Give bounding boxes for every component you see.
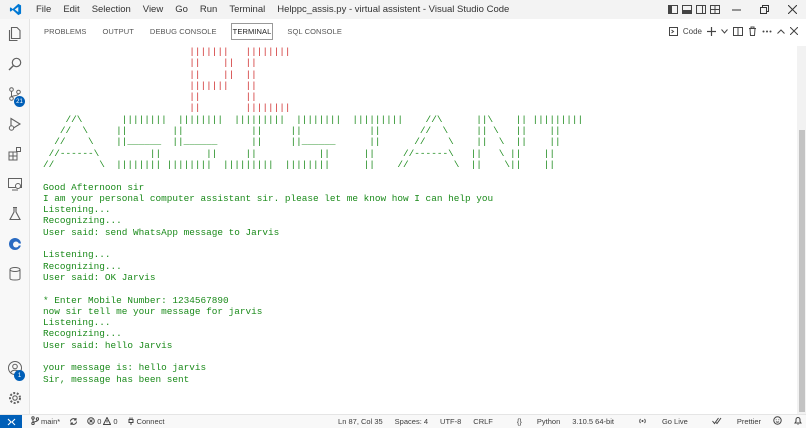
status-right: Ln 87, Col 35 Spaces: 4 UTF-8 CRLF {} Pyt… [326,415,802,428]
check-double-icon [711,417,722,427]
menu-file[interactable]: File [30,4,57,15]
toggle-secondary-sidebar-icon[interactable] [694,0,708,19]
terminal-log: Good Afternoon sir I am your personal co… [43,181,494,385]
explorer-icon[interactable] [0,21,29,47]
branch-status[interactable]: main* [31,416,60,427]
encoding[interactable]: UTF-8 [440,417,461,426]
broadcast-icon [638,417,647,427]
braces-icon: {} [516,417,522,426]
tab-terminal[interactable]: TERMINAL [230,22,274,40]
status-bar: main* 0 0 Connect Ln 87, Col 35 Spaces: … [0,414,806,428]
toggle-primary-sidebar-icon[interactable] [666,0,680,19]
connect-status[interactable]: Connect [127,417,165,427]
notifications-bell-icon[interactable] [794,416,802,427]
terminal[interactable]: ||||||| |||||||| || || || || || || |||||… [30,46,795,414]
terminal-kind-label[interactable]: Code [683,27,702,36]
scrollbar-thumb[interactable] [799,130,805,412]
terminal-output: ||||||| |||||||| || || || || || || |||||… [43,46,583,385]
go-live-label: Go Live [661,417,688,426]
testing-icon[interactable] [0,201,29,227]
problems-status[interactable]: 0 0 [87,415,118,427]
more-actions-icon[interactable] [762,30,772,33]
toggle-panel-icon[interactable] [680,0,694,19]
extensions-icon[interactable] [0,141,29,167]
pc-ascii-banner: ||||||| |||||||| || || || || || || |||||… [189,46,291,114]
menu-bar: File Edit Selection View Go Run Terminal… [30,4,303,15]
language-mode[interactable]: {} Python [505,417,560,426]
plug-icon [127,417,135,427]
error-icon [87,416,95,427]
tab-problems[interactable]: PROBLEMS [42,24,88,39]
edge-devtools-icon[interactable] [0,231,29,257]
tab-output[interactable]: OUTPUT [100,24,135,39]
indentation[interactable]: Spaces: 4 [395,417,428,426]
split-terminal-icon[interactable] [733,26,743,36]
menu-go[interactable]: Go [169,4,194,15]
close-panel-icon[interactable] [790,27,798,35]
terminal-kind-icon [668,26,678,36]
cursor-position[interactable]: Ln 87, Col 35 [338,417,383,426]
terminal-toolbar: Code [668,19,798,43]
python-interpreter[interactable]: 3.10.5 64-bit [572,417,614,426]
menu-terminal[interactable]: Terminal [223,4,271,15]
go-live[interactable]: Go Live [626,417,688,427]
branch-icon [31,416,40,427]
activity-bar: 21 1 [0,19,30,414]
settings-gear-icon[interactable] [0,385,29,411]
minimize-button[interactable] [722,0,750,19]
warning-icon [103,415,112,427]
accounts-badge: 1 [14,370,25,381]
menu-help[interactable]: Help [271,4,303,15]
menu-selection[interactable]: Selection [86,4,137,15]
panel: PROBLEMS OUTPUT DEBUG CONSOLE TERMINAL S… [30,19,806,414]
close-button[interactable] [778,0,806,19]
prettier-label: Prettier [736,417,761,426]
chevron-down-icon[interactable] [721,28,728,34]
prettier[interactable]: Prettier [700,417,761,427]
customize-layout-icon[interactable] [708,0,722,19]
new-terminal-icon[interactable] [707,26,716,36]
restore-button[interactable] [750,0,778,19]
menu-run[interactable]: Run [194,4,223,15]
assistant-ascii-banner: //\ |||||||| |||||||| ||||||||| ||||||||… [43,113,584,170]
run-debug-icon[interactable] [0,111,29,137]
tab-debug-console[interactable]: DEBUG CONSOLE [148,24,219,39]
terminal-scrollbar[interactable] [797,46,806,414]
title-bar: File Edit Selection View Go Run Terminal… [0,0,806,19]
remote-indicator-icon[interactable] [0,415,22,428]
trash-icon[interactable] [748,26,757,36]
maximize-panel-icon[interactable] [777,28,785,34]
language-label: Python [536,417,561,426]
vscode-logo-icon [0,0,30,19]
warning-count: 0 [113,417,118,426]
source-control-badge: 21 [14,96,25,107]
menu-view[interactable]: View [137,4,169,15]
line-ending[interactable]: CRLF [473,417,493,426]
connect-label: Connect [136,417,165,426]
search-icon[interactable] [0,51,29,77]
feedback-icon[interactable] [773,416,782,427]
sync-icon[interactable] [69,417,78,426]
menu-edit[interactable]: Edit [57,4,85,15]
database-icon[interactable] [0,261,29,287]
panel-tabs: PROBLEMS OUTPUT DEBUG CONSOLE TERMINAL S… [30,19,806,43]
error-count: 0 [97,417,102,426]
tab-sql-console[interactable]: SQL CONSOLE [285,24,344,39]
branch-name: main* [41,417,61,426]
remote-explorer-icon[interactable] [0,171,29,197]
